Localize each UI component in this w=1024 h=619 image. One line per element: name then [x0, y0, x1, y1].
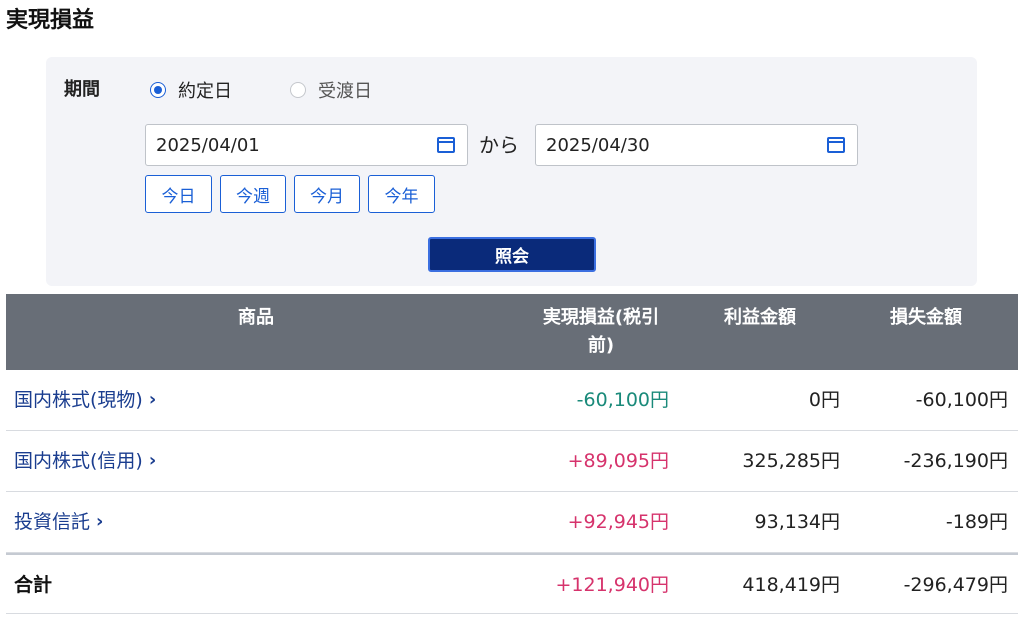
row-link-domestic-cash[interactable]: 国内株式(現物) › [14, 370, 156, 430]
header-product: 商品 [238, 307, 274, 328]
date-separator: から [479, 133, 519, 157]
header-loss: 損失金額 [890, 307, 962, 328]
page-title: 実現損益 [6, 8, 95, 33]
row-name: 国内株式(信用) [14, 450, 143, 472]
row-loss: -236,190円 [903, 450, 1008, 472]
calendar-icon[interactable] [437, 135, 455, 153]
row-profit: 325,285円 [742, 450, 840, 472]
calendar-icon[interactable] [827, 135, 845, 153]
total-label: 合計 [14, 574, 53, 596]
chevron-right-icon: › [96, 511, 104, 532]
date-to-value: 2025/04/30 [546, 134, 650, 156]
total-realized: +121,940円 [555, 574, 670, 596]
row-name: 国内株式(現物) [14, 389, 143, 411]
row-profit: 0円 [808, 389, 840, 411]
header-realized: 実現損益(税引 前) [526, 304, 676, 360]
row-profit: 93,134円 [754, 511, 840, 533]
today-button[interactable]: 今日 [145, 175, 212, 213]
date-from-value: 2025/04/01 [156, 134, 260, 156]
radio-settlement-date[interactable]: 受渡日 [290, 77, 372, 103]
radio-settlement-date-label: 受渡日 [318, 81, 372, 102]
date-to-input[interactable]: 2025/04/30 [535, 124, 858, 166]
radio-trade-date-dot[interactable] [150, 82, 166, 98]
table-row: 国内株式(信用) › +89,095円 325,285円 -236,190円 [6, 431, 1018, 492]
table-header: 商品 実現損益(税引 前) 利益金額 損失金額 [6, 294, 1018, 370]
this-month-button[interactable]: 今月 [294, 175, 360, 213]
chevron-right-icon: › [148, 389, 157, 410]
total-loss: -296,479円 [903, 574, 1008, 596]
total-profit: 418,419円 [742, 574, 840, 596]
row-link-domestic-margin[interactable]: 国内株式(信用) › [14, 431, 156, 491]
period-label: 期間 [64, 79, 100, 100]
row-name: 投資信託 [14, 511, 91, 533]
row-realized: +92,945円 [567, 511, 669, 533]
table-row: 投資信託 › +92,945円 93,134円 -189円 [6, 492, 1018, 553]
search-button[interactable]: 照会 [428, 237, 596, 272]
chevron-right-icon: › [148, 450, 157, 471]
total-row: 合計 +121,940円 418,419円 -296,479円 [6, 553, 1018, 614]
header-profit: 利益金額 [724, 307, 796, 328]
this-week-button[interactable]: 今週 [220, 175, 286, 213]
realized-pl-table: 商品 実現損益(税引 前) 利益金額 損失金額 国内株式(現物) › -60,1… [6, 294, 1018, 614]
this-year-button[interactable]: 今年 [368, 175, 435, 213]
header-realized-line2: 前) [587, 335, 615, 356]
filter-panel: 期間 約定日 受渡日 2025/04/01 から 2025/04/30 今日 今… [46, 57, 977, 286]
radio-settlement-date-dot[interactable] [290, 82, 306, 98]
header-realized-line1: 実現損益(税引 [542, 307, 660, 328]
row-realized: +89,095円 [567, 450, 669, 472]
row-realized: -60,100円 [576, 389, 669, 411]
date-from-input[interactable]: 2025/04/01 [145, 124, 468, 166]
radio-trade-date-label: 約定日 [178, 81, 232, 102]
radio-trade-date[interactable]: 約定日 [150, 77, 232, 103]
row-link-investment-trust[interactable]: 投資信託 › [14, 492, 103, 552]
row-loss: -60,100円 [915, 389, 1008, 411]
table-row: 国内株式(現物) › -60,100円 0円 -60,100円 [6, 370, 1018, 431]
row-loss: -189円 [945, 511, 1008, 533]
